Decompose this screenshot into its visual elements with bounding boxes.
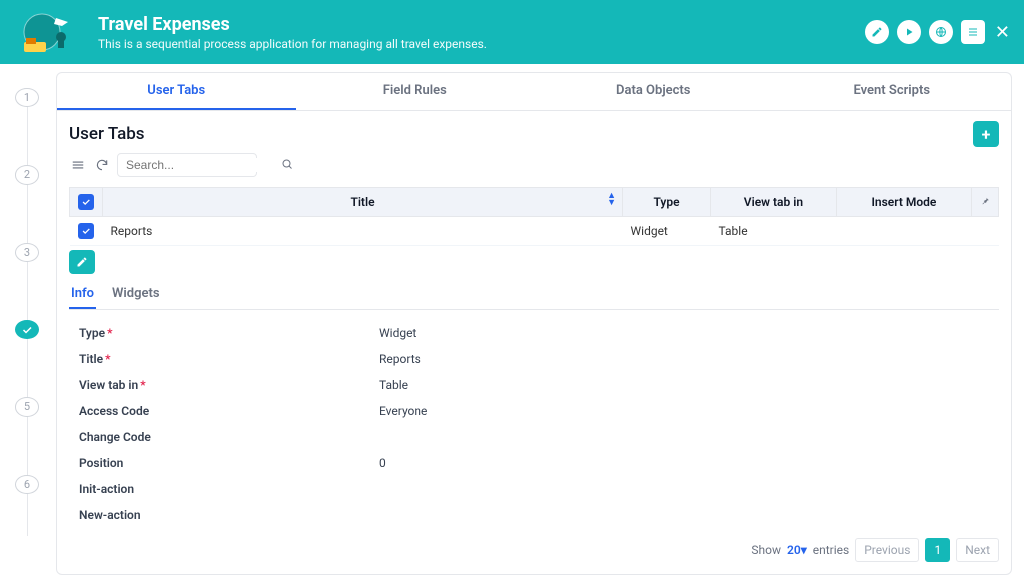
list-icon[interactable] bbox=[961, 20, 985, 44]
pin-icon[interactable] bbox=[980, 195, 990, 209]
col-type[interactable]: Type bbox=[623, 188, 711, 217]
col-mode[interactable]: Insert Mode bbox=[836, 188, 971, 217]
table-row[interactable]: Reports Widget Table bbox=[70, 217, 999, 246]
footer-show: Show bbox=[751, 543, 781, 557]
globe-icon[interactable] bbox=[929, 20, 953, 44]
main-tabs: User Tabs Field Rules Data Objects Event… bbox=[56, 72, 1012, 110]
cell-type: Widget bbox=[623, 217, 711, 246]
tab-user-tabs[interactable]: User Tabs bbox=[57, 73, 296, 110]
panel-title: User Tabs bbox=[69, 124, 145, 144]
step-4[interactable] bbox=[15, 320, 39, 339]
close-icon[interactable]: ✕ bbox=[995, 22, 1010, 43]
info-label: Change Code bbox=[79, 430, 151, 444]
info-label: Init-action bbox=[79, 482, 134, 496]
toolbar bbox=[69, 153, 999, 177]
info-label: Type bbox=[79, 326, 105, 340]
app-header: Travel Expenses This is a sequential pro… bbox=[0, 0, 1024, 64]
header-actions: ✕ bbox=[865, 20, 1010, 44]
tab-field-rules[interactable]: Field Rules bbox=[296, 73, 535, 110]
step-2[interactable]: 2 bbox=[15, 165, 39, 184]
info-label: Access Code bbox=[79, 404, 149, 418]
app-logo bbox=[14, 8, 88, 56]
info-value: Reports bbox=[379, 352, 421, 366]
info-value: Table bbox=[379, 378, 408, 392]
add-button[interactable]: + bbox=[973, 121, 999, 147]
edit-icon[interactable] bbox=[865, 20, 889, 44]
cell-mode bbox=[836, 217, 971, 246]
sort-icon[interactable]: ▲▼ bbox=[607, 193, 616, 207]
table-footer: Show 20▾ entries Previous 1 Next bbox=[69, 538, 999, 562]
page-number-button[interactable]: 1 bbox=[925, 538, 950, 562]
tab-event-scripts[interactable]: Event Scripts bbox=[773, 73, 1012, 110]
info-value: Widget bbox=[379, 326, 416, 340]
panel: User Tabs + bbox=[56, 110, 1012, 575]
info-label: New-action bbox=[79, 508, 141, 522]
menu-icon[interactable] bbox=[69, 156, 87, 174]
app-subtitle: This is a sequential process application… bbox=[98, 37, 865, 51]
play-icon[interactable] bbox=[897, 20, 921, 44]
footer-entries: entries bbox=[813, 543, 849, 557]
step-1[interactable]: 1 bbox=[15, 88, 39, 107]
row-checkbox[interactable] bbox=[78, 223, 94, 239]
info-label: Position bbox=[79, 456, 123, 470]
search-icon[interactable] bbox=[281, 158, 293, 173]
step-3[interactable]: 3 bbox=[15, 243, 39, 262]
col-view[interactable]: View tab in bbox=[711, 188, 837, 217]
cell-view: Table bbox=[711, 217, 837, 246]
select-all-checkbox[interactable] bbox=[78, 194, 94, 210]
search-input-wrap bbox=[117, 153, 257, 177]
tab-data-objects[interactable]: Data Objects bbox=[534, 73, 773, 110]
page-size-select[interactable]: 20▾ bbox=[787, 543, 807, 557]
prev-page-button[interactable]: Previous bbox=[855, 538, 919, 562]
subtab-info[interactable]: Info bbox=[69, 282, 96, 309]
user-tabs-table: Title ▲▼ Type View tab in Insert Mode bbox=[69, 187, 999, 246]
search-input[interactable] bbox=[126, 158, 281, 172]
info-value: 0 bbox=[379, 456, 386, 470]
cell-title: Reports bbox=[103, 217, 623, 246]
col-title[interactable]: Title bbox=[350, 195, 374, 209]
progress-stepper: 1 2 3 5 6 bbox=[0, 64, 54, 552]
refresh-icon[interactable] bbox=[93, 156, 111, 174]
info-value: Everyone bbox=[379, 404, 427, 418]
step-6[interactable]: 6 bbox=[15, 475, 39, 494]
info-list: Type*Widget Title*Reports View tab in*Ta… bbox=[69, 320, 999, 528]
step-5[interactable]: 5 bbox=[15, 397, 39, 416]
edit-row-button[interactable] bbox=[69, 250, 95, 274]
next-page-button[interactable]: Next bbox=[956, 538, 999, 562]
app-title: Travel Expenses bbox=[98, 14, 865, 35]
subtab-widgets[interactable]: Widgets bbox=[110, 282, 162, 309]
info-label: View tab in bbox=[79, 378, 138, 392]
detail-subtabs: Info Widgets bbox=[69, 282, 999, 310]
info-label: Title bbox=[79, 352, 103, 366]
